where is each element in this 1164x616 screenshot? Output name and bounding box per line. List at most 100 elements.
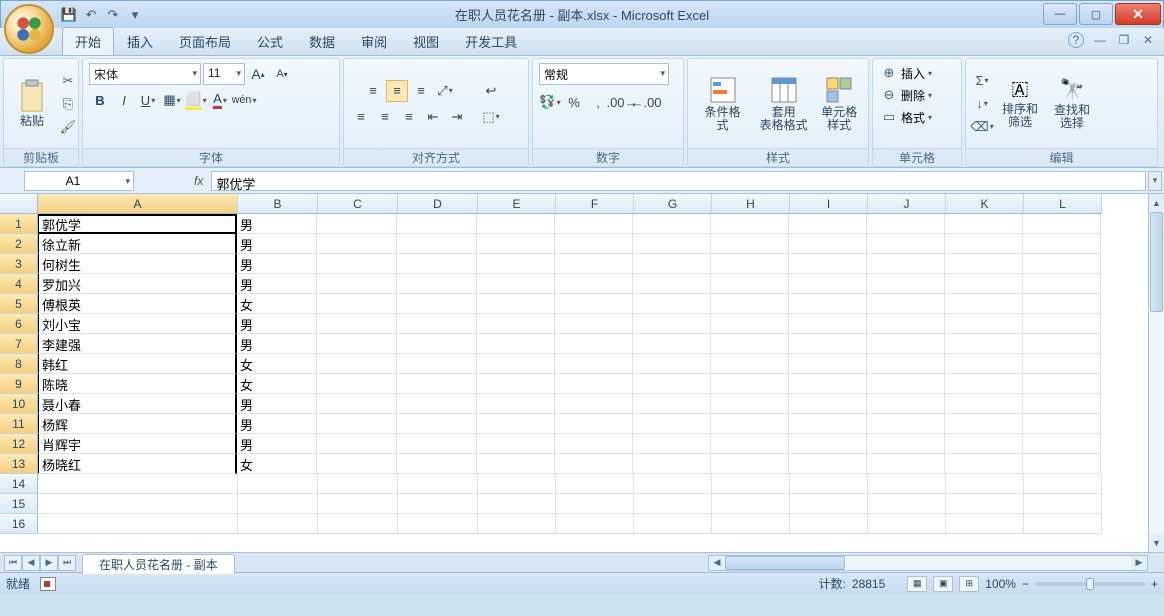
cell[interactable] (711, 394, 789, 414)
merge-button[interactable]: ⬚▾ (476, 106, 506, 128)
cell[interactable] (711, 354, 789, 374)
cell[interactable]: 女 (237, 354, 317, 374)
clear-icon[interactable]: ⌫▾ (972, 117, 992, 137)
office-button[interactable] (4, 4, 54, 54)
cell[interactable] (397, 294, 477, 314)
cell[interactable] (789, 274, 867, 294)
cell[interactable] (868, 514, 946, 534)
format-painter-icon[interactable]: 🖌 (58, 117, 78, 137)
column-header-E[interactable]: E (478, 194, 556, 214)
cell[interactable] (398, 494, 478, 514)
cell[interactable] (945, 234, 1023, 254)
cell[interactable] (633, 454, 711, 474)
cell[interactable] (711, 254, 789, 274)
align-left-button[interactable]: ≡ (350, 106, 372, 128)
cell[interactable] (555, 214, 633, 234)
cell[interactable] (477, 374, 555, 394)
qat-custom-icon[interactable]: ▾ (127, 7, 143, 23)
cell[interactable] (397, 274, 477, 294)
cell[interactable]: 杨晓红 (37, 454, 237, 474)
view-page-break-icon[interactable]: ⊞ (959, 576, 979, 592)
hscroll-thumb[interactable] (725, 556, 845, 570)
cell[interactable] (945, 294, 1023, 314)
scroll-down-icon[interactable]: ▼ (1149, 534, 1164, 552)
indent-decrease-button[interactable]: ⇤ (422, 106, 444, 128)
indent-increase-button[interactable]: ⇥ (446, 106, 468, 128)
cell[interactable]: 聂小春 (37, 394, 237, 414)
cut-icon[interactable]: ✂ (58, 71, 78, 91)
cell[interactable] (1023, 254, 1101, 274)
tab-formulas[interactable]: 公式 (244, 27, 296, 55)
cell[interactable] (238, 514, 318, 534)
row-header[interactable]: 11 (0, 414, 38, 434)
cell[interactable] (867, 334, 945, 354)
conditional-format-button[interactable]: 条件格式 (694, 74, 751, 134)
cell[interactable]: 杨辉 (37, 414, 237, 434)
cell[interactable] (477, 354, 555, 374)
cell[interactable] (634, 514, 712, 534)
cell[interactable] (317, 434, 397, 454)
cell[interactable] (1023, 334, 1101, 354)
cell[interactable] (556, 514, 634, 534)
scroll-right-icon[interactable]: ▶ (1131, 556, 1147, 570)
cell[interactable] (867, 374, 945, 394)
cell[interactable] (477, 214, 555, 234)
tab-home[interactable]: 开始 (62, 27, 114, 55)
cell[interactable] (1024, 474, 1102, 494)
cell[interactable] (945, 334, 1023, 354)
align-right-button[interactable]: ≡ (398, 106, 420, 128)
cell[interactable]: 女 (237, 374, 317, 394)
cell[interactable] (789, 394, 867, 414)
cell[interactable] (790, 474, 868, 494)
cell[interactable] (555, 334, 633, 354)
cell[interactable] (317, 254, 397, 274)
cell[interactable] (711, 434, 789, 454)
row-header[interactable]: 12 (0, 434, 38, 454)
macro-record-icon[interactable] (40, 577, 56, 591)
cell[interactable] (789, 414, 867, 434)
fill-icon[interactable]: ↓▾ (972, 94, 992, 114)
cell[interactable] (1024, 494, 1102, 514)
cell[interactable] (789, 214, 867, 234)
tab-insert[interactable]: 插入 (114, 27, 166, 55)
cell[interactable]: 何树生 (37, 254, 237, 274)
phonetic-button[interactable]: wén▾ (233, 89, 255, 111)
zoom-thumb[interactable] (1086, 578, 1094, 590)
cell[interactable] (397, 374, 477, 394)
tab-developer[interactable]: 开发工具 (452, 27, 530, 55)
row-header[interactable]: 10 (0, 394, 38, 414)
cell[interactable] (712, 514, 790, 534)
tab-data[interactable]: 数据 (296, 27, 348, 55)
cell[interactable] (397, 414, 477, 434)
cell[interactable] (38, 514, 238, 534)
zoom-in-icon[interactable]: + (1151, 577, 1158, 591)
cell[interactable] (789, 374, 867, 394)
cell[interactable] (1023, 414, 1101, 434)
mdi-minimize-icon[interactable]: — (1092, 32, 1108, 48)
cell[interactable]: 男 (237, 314, 317, 334)
mdi-restore-icon[interactable]: ❐ (1116, 32, 1132, 48)
cell[interactable] (712, 494, 790, 514)
cell[interactable] (317, 294, 397, 314)
cell[interactable] (634, 474, 712, 494)
zoom-slider[interactable] (1035, 582, 1145, 586)
maximize-button[interactable]: ▢ (1079, 3, 1113, 25)
row-header[interactable]: 4 (0, 274, 38, 294)
cell[interactable] (633, 414, 711, 434)
cell[interactable] (1023, 214, 1101, 234)
cell[interactable] (867, 354, 945, 374)
close-button[interactable]: ✕ (1115, 3, 1161, 25)
zoom-out-icon[interactable]: − (1022, 577, 1029, 591)
cell[interactable]: 男 (237, 434, 317, 454)
select-all-corner[interactable] (0, 194, 38, 214)
help-icon[interactable]: ? (1068, 32, 1084, 48)
tab-page-layout[interactable]: 页面布局 (166, 27, 244, 55)
tab-review[interactable]: 审阅 (348, 27, 400, 55)
cell[interactable] (1023, 314, 1101, 334)
column-header-H[interactable]: H (712, 194, 790, 214)
format-cells-button[interactable]: ▭格式▾ (879, 107, 932, 127)
row-header[interactable]: 1 (0, 214, 38, 234)
cell[interactable] (789, 334, 867, 354)
cell[interactable] (1023, 354, 1101, 374)
cell[interactable] (945, 414, 1023, 434)
